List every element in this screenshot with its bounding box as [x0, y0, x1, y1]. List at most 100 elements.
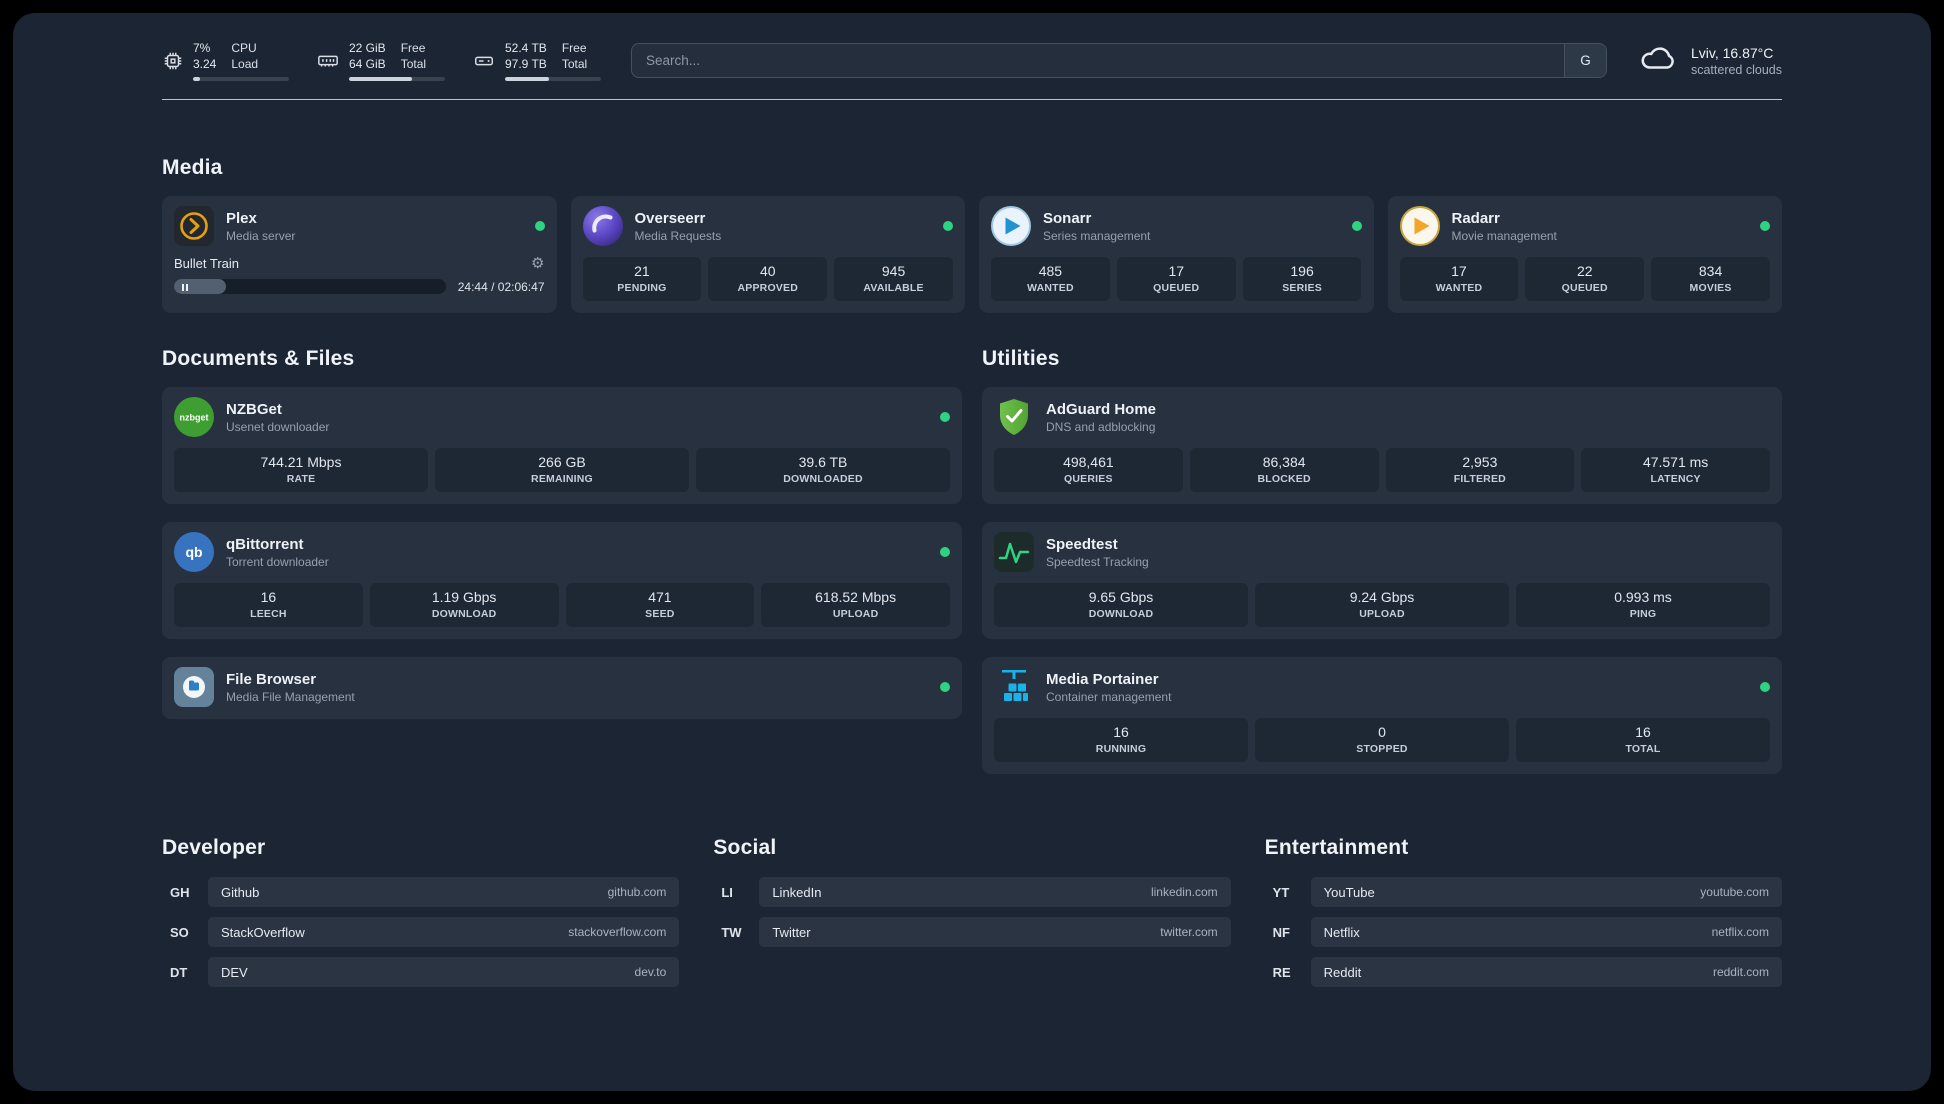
bookmark-link-dev[interactable]: DEV dev.to — [208, 957, 680, 988]
search-bar: G — [631, 43, 1607, 79]
weather-widget: Lviv, 16.87°C scattered clouds — [1637, 42, 1782, 79]
stat-block: 16 RUNNING — [994, 718, 1248, 763]
stat-block: 471 SEED — [565, 583, 755, 628]
stat-block: 39.6 TB DOWNLOADED — [696, 448, 950, 493]
bookmark-linkedin: LI LinkedIn linkedin.com — [713, 877, 1231, 908]
adguard-icon — [994, 397, 1034, 437]
stat-block: 9.65 Gbps DOWNLOAD — [994, 583, 1248, 628]
service-card-qbittorrent[interactable]: qb qBittorrent Torrent downloader 16 LEE… — [162, 522, 962, 640]
top-bar: 7% 3.24 CPU Load 22 GiB 64 GiB Free Tota… — [162, 13, 1782, 82]
disk-widget: 52.4 TB 97.9 TB Free Total — [472, 40, 601, 82]
status-dot — [1760, 682, 1770, 693]
service-description: Torrent downloader — [226, 554, 329, 569]
service-name: File Browser — [226, 670, 317, 688]
settings-gear-icon[interactable]: ⚙ — [531, 256, 544, 271]
memory-total-value: 64 GiB — [349, 57, 386, 72]
search-input[interactable] — [632, 44, 1564, 78]
service-description: Media File Management — [226, 689, 355, 704]
service-name: AdGuard Home — [1046, 400, 1157, 418]
stat-block: 40 APPROVED — [708, 257, 828, 302]
memory-usage-bar — [349, 77, 445, 82]
service-name: Sonarr — [1043, 209, 1092, 227]
service-description: Movie management — [1451, 228, 1557, 243]
header-divider — [162, 99, 1782, 101]
plex-icon — [174, 206, 214, 247]
service-card-portainer[interactable]: Media Portainer Container management 16 … — [982, 657, 1782, 775]
memory-total-label: Total — [400, 57, 427, 72]
service-card-filebrowser[interactable]: File Browser Media File Management — [162, 657, 962, 720]
speedtest-icon — [994, 532, 1034, 573]
bookmark-stackoverflow: SO StackOverflow stackoverflow.com — [162, 917, 680, 948]
service-card-speedtest[interactable]: Speedtest Speedtest Tracking 9.65 Gbps D… — [982, 522, 1782, 640]
service-card-nzbget[interactable]: nzbget NZBGet Usenet downloader 744.21 M… — [162, 387, 962, 505]
cpu-load-value: 3.24 — [193, 57, 217, 72]
service-card-plex[interactable]: Plex Media server Bullet Train ⚙ 24:44 /… — [162, 196, 557, 314]
stat-block: 21 PENDING — [582, 257, 702, 302]
memory-free-value: 22 GiB — [349, 41, 386, 55]
overseerr-icon — [582, 206, 623, 247]
bookmark-link-netflix[interactable]: Netflix netflix.com — [1310, 917, 1782, 948]
section-title-media: Media — [162, 156, 223, 180]
service-description: DNS and adblocking — [1046, 419, 1156, 434]
bookmark-link-youtube[interactable]: YouTube youtube.com — [1310, 877, 1782, 908]
playback-progress-bar[interactable] — [174, 279, 446, 295]
section-title-social: Social — [713, 836, 777, 860]
memory-icon — [316, 50, 340, 72]
disk-total-label: Total — [561, 57, 588, 72]
sonarr-icon — [991, 206, 1031, 247]
bookmark-youtube: YT YouTube youtube.com — [1265, 877, 1782, 908]
stat-block: 945 AVAILABLE — [834, 257, 953, 302]
service-card-sonarr[interactable]: Sonarr Series management 485 WANTED 17 Q… — [979, 196, 1374, 314]
disk-icon — [472, 50, 496, 72]
filebrowser-icon — [174, 667, 214, 708]
service-name: Speedtest — [1046, 535, 1118, 553]
weather-location: Lviv, 16.87°C — [1690, 44, 1774, 61]
service-card-overseerr[interactable]: Overseerr Media Requests 21 PENDING 40 A… — [570, 196, 965, 314]
bookmark-link-twitter[interactable]: Twitter twitter.com — [759, 917, 1231, 948]
bookmark-twitter: TW Twitter twitter.com — [713, 917, 1231, 948]
bookmark-abbr: SO — [170, 924, 189, 940]
section-title-entertainment: Entertainment — [1264, 836, 1409, 860]
service-description: Usenet downloader — [226, 419, 330, 434]
bookmark-abbr: GH — [170, 884, 190, 900]
service-name: Plex — [226, 209, 257, 227]
disk-total-value: 97.9 TB — [505, 57, 547, 72]
stat-block: 196 SERIES — [1242, 257, 1362, 302]
search-provider-button[interactable]: G — [1563, 44, 1606, 78]
pause-icon[interactable] — [182, 279, 190, 294]
stat-block: 17 WANTED — [1399, 257, 1519, 302]
disk-free-value: 52.4 TB — [505, 41, 547, 55]
bookmark-link-stackoverflow[interactable]: StackOverflow stackoverflow.com — [208, 917, 680, 948]
cpu-icon — [162, 50, 184, 72]
section-title-documents: Documents & Files — [162, 347, 355, 371]
section-title-developer: Developer — [162, 836, 266, 860]
resource-widgets: 7% 3.24 CPU Load 22 GiB 64 GiB Free Tota… — [162, 40, 601, 82]
bookmark-link-reddit[interactable]: Reddit reddit.com — [1310, 957, 1782, 988]
cpu-percent: 7% — [193, 41, 211, 55]
stat-block: 16 TOTAL — [1516, 718, 1770, 763]
stat-block: 2,953 FILTERED — [1385, 448, 1575, 493]
bookmark-abbr: TW — [721, 924, 742, 940]
service-card-radarr[interactable]: Radarr Movie management 17 WANTED 22 QUE… — [1387, 196, 1782, 314]
bookmark-link-github[interactable]: Github github.com — [208, 877, 680, 908]
disk-free-label: Free — [561, 41, 587, 55]
bookmark-abbr: YT — [1272, 884, 1290, 900]
cpu-widget: 7% 3.24 CPU Load — [162, 40, 289, 82]
service-name: Media Portainer — [1046, 670, 1159, 688]
bookmark-abbr: NF — [1272, 924, 1290, 940]
service-card-adguard[interactable]: AdGuard Home DNS and adblocking 498,461 … — [982, 387, 1782, 505]
bookmark-netflix: NF Netflix netflix.com — [1265, 917, 1782, 948]
service-description: Media Requests — [634, 228, 722, 243]
service-description: Container management — [1046, 689, 1172, 704]
memory-widget: 22 GiB 64 GiB Free Total — [316, 40, 445, 82]
svg-text:nzbget: nzbget — [180, 413, 209, 423]
disk-usage-bar — [505, 77, 601, 82]
stat-block: 744.21 Mbps RATE — [174, 448, 428, 493]
service-name: Radarr — [1451, 209, 1500, 227]
bookmark-dev: DT DEV dev.to — [162, 957, 680, 988]
bookmark-link-linkedin[interactable]: LinkedIn linkedin.com — [759, 877, 1231, 908]
stat-block: 17 QUEUED — [1116, 257, 1236, 302]
status-dot — [1760, 221, 1770, 232]
cpu-usage-bar — [193, 77, 289, 82]
stat-block: 22 QUEUED — [1525, 257, 1645, 302]
